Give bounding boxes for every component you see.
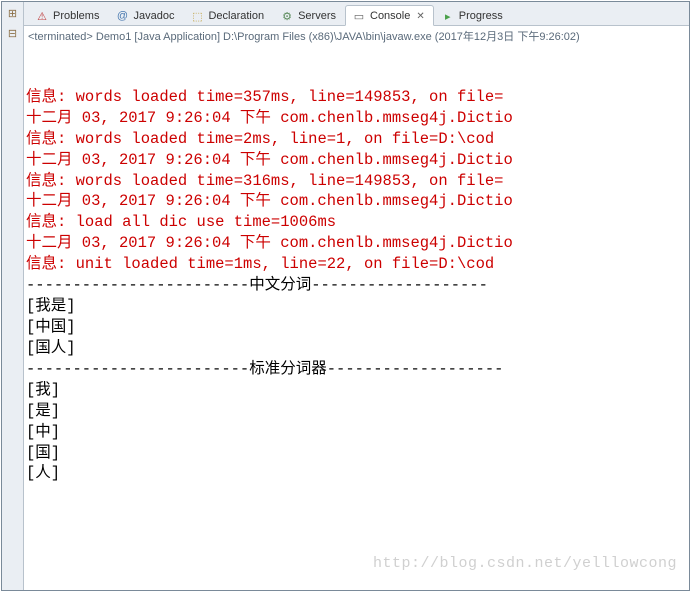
console-line: 十二月 03, 2017 9:26:04 下午 com.chenlb.mmseg…: [26, 191, 687, 212]
tab-label: Servers: [298, 10, 336, 22]
view-tabbar: ⚠ Problems @ Javadoc ⬚ Declaration ⚙ Servers ▭ Co…: [24, 2, 689, 26]
left-vertical-toolbar: ⊞ ⊟: [2, 2, 24, 590]
console-line: [是]: [26, 401, 687, 422]
progress-icon: ▸: [441, 9, 455, 23]
console-line: [中国]: [26, 317, 687, 338]
console-line: 信息: words loaded time=316ms, line=149853…: [26, 171, 687, 192]
problems-icon: ⚠: [35, 9, 49, 23]
console-line: 十二月 03, 2017 9:26:04 下午 com.chenlb.mmseg…: [26, 108, 687, 129]
tab-problems[interactable]: ⚠ Problems: [28, 5, 108, 25]
console-line: [我是]: [26, 296, 687, 317]
tab-label: Progress: [459, 10, 503, 22]
console-line: 十二月 03, 2017 9:26:04 下午 com.chenlb.mmseg…: [26, 150, 687, 171]
console-line: ------------------------中文分词------------…: [26, 275, 687, 296]
console-line: 信息: words loaded time=357ms, line=149853…: [26, 87, 687, 108]
tab-declaration[interactable]: ⬚ Declaration: [183, 5, 273, 25]
console-output[interactable]: 信息: words loaded time=357ms, line=149853…: [24, 45, 689, 590]
console-line: [国人]: [26, 338, 687, 359]
main-area: ⚠ Problems @ Javadoc ⬚ Declaration ⚙ Servers ▭ Co…: [24, 2, 689, 590]
console-line: 信息: words loaded time=2ms, line=1, on fi…: [26, 129, 687, 150]
console-line: [我]: [26, 380, 687, 401]
toolbar-restore-icon[interactable]: ⊞: [6, 6, 20, 20]
console-icon: ▭: [352, 9, 366, 23]
console-line: 十二月 03, 2017 9:26:04 下午 com.chenlb.mmseg…: [26, 233, 687, 254]
watermark-text: http://blog.csdn.net/yelllowcong: [373, 554, 677, 574]
console-line: [中]: [26, 422, 687, 443]
close-icon[interactable]: ✕: [416, 11, 424, 22]
tab-servers[interactable]: ⚙ Servers: [273, 5, 345, 25]
console-line: 信息: unit loaded time=1ms, line=22, on fi…: [26, 254, 687, 275]
console-line: [国]: [26, 443, 687, 464]
eclipse-view-container: ⊞ ⊟ ⚠ Problems @ Javadoc ⬚ Declaration ⚙ Server…: [1, 1, 690, 591]
tab-label: Declaration: [208, 10, 264, 22]
toolbar-minimize-icon[interactable]: ⊟: [6, 26, 20, 40]
console-line: [人]: [26, 463, 687, 484]
tab-progress[interactable]: ▸ Progress: [434, 5, 512, 25]
javadoc-icon: @: [115, 9, 129, 23]
tab-label: Console: [370, 10, 410, 22]
declaration-icon: ⬚: [190, 9, 204, 23]
console-line: ------------------------标准分词器-----------…: [26, 359, 687, 380]
servers-icon: ⚙: [280, 9, 294, 23]
console-status-line: <terminated> Demo1 [Java Application] D:…: [24, 26, 689, 45]
tab-javadoc[interactable]: @ Javadoc: [108, 5, 183, 25]
tab-label: Javadoc: [133, 10, 174, 22]
tab-label: Problems: [53, 10, 99, 22]
console-line: 信息: load all dic use time=1006ms: [26, 212, 687, 233]
tab-console[interactable]: ▭ Console ✕: [345, 5, 434, 26]
